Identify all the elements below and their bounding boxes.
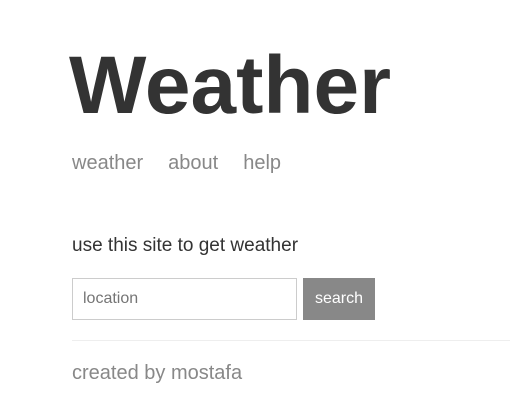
page-container: Weather weather about help use this site… (69, 0, 510, 420)
main-nav: weather about help (72, 151, 306, 175)
nav-link-weather[interactable]: weather (72, 151, 143, 175)
footer-divider (72, 340, 510, 341)
footer-credit: created by mostafa (72, 362, 243, 384)
intro-text: use this site to get weather (72, 235, 299, 256)
search-form: search (72, 278, 375, 320)
nav-link-help[interactable]: help (243, 151, 281, 175)
nav-link-about[interactable]: about (168, 151, 218, 175)
location-input[interactable] (72, 278, 297, 320)
search-button[interactable]: search (303, 278, 375, 320)
page-title: Weather (69, 40, 392, 131)
